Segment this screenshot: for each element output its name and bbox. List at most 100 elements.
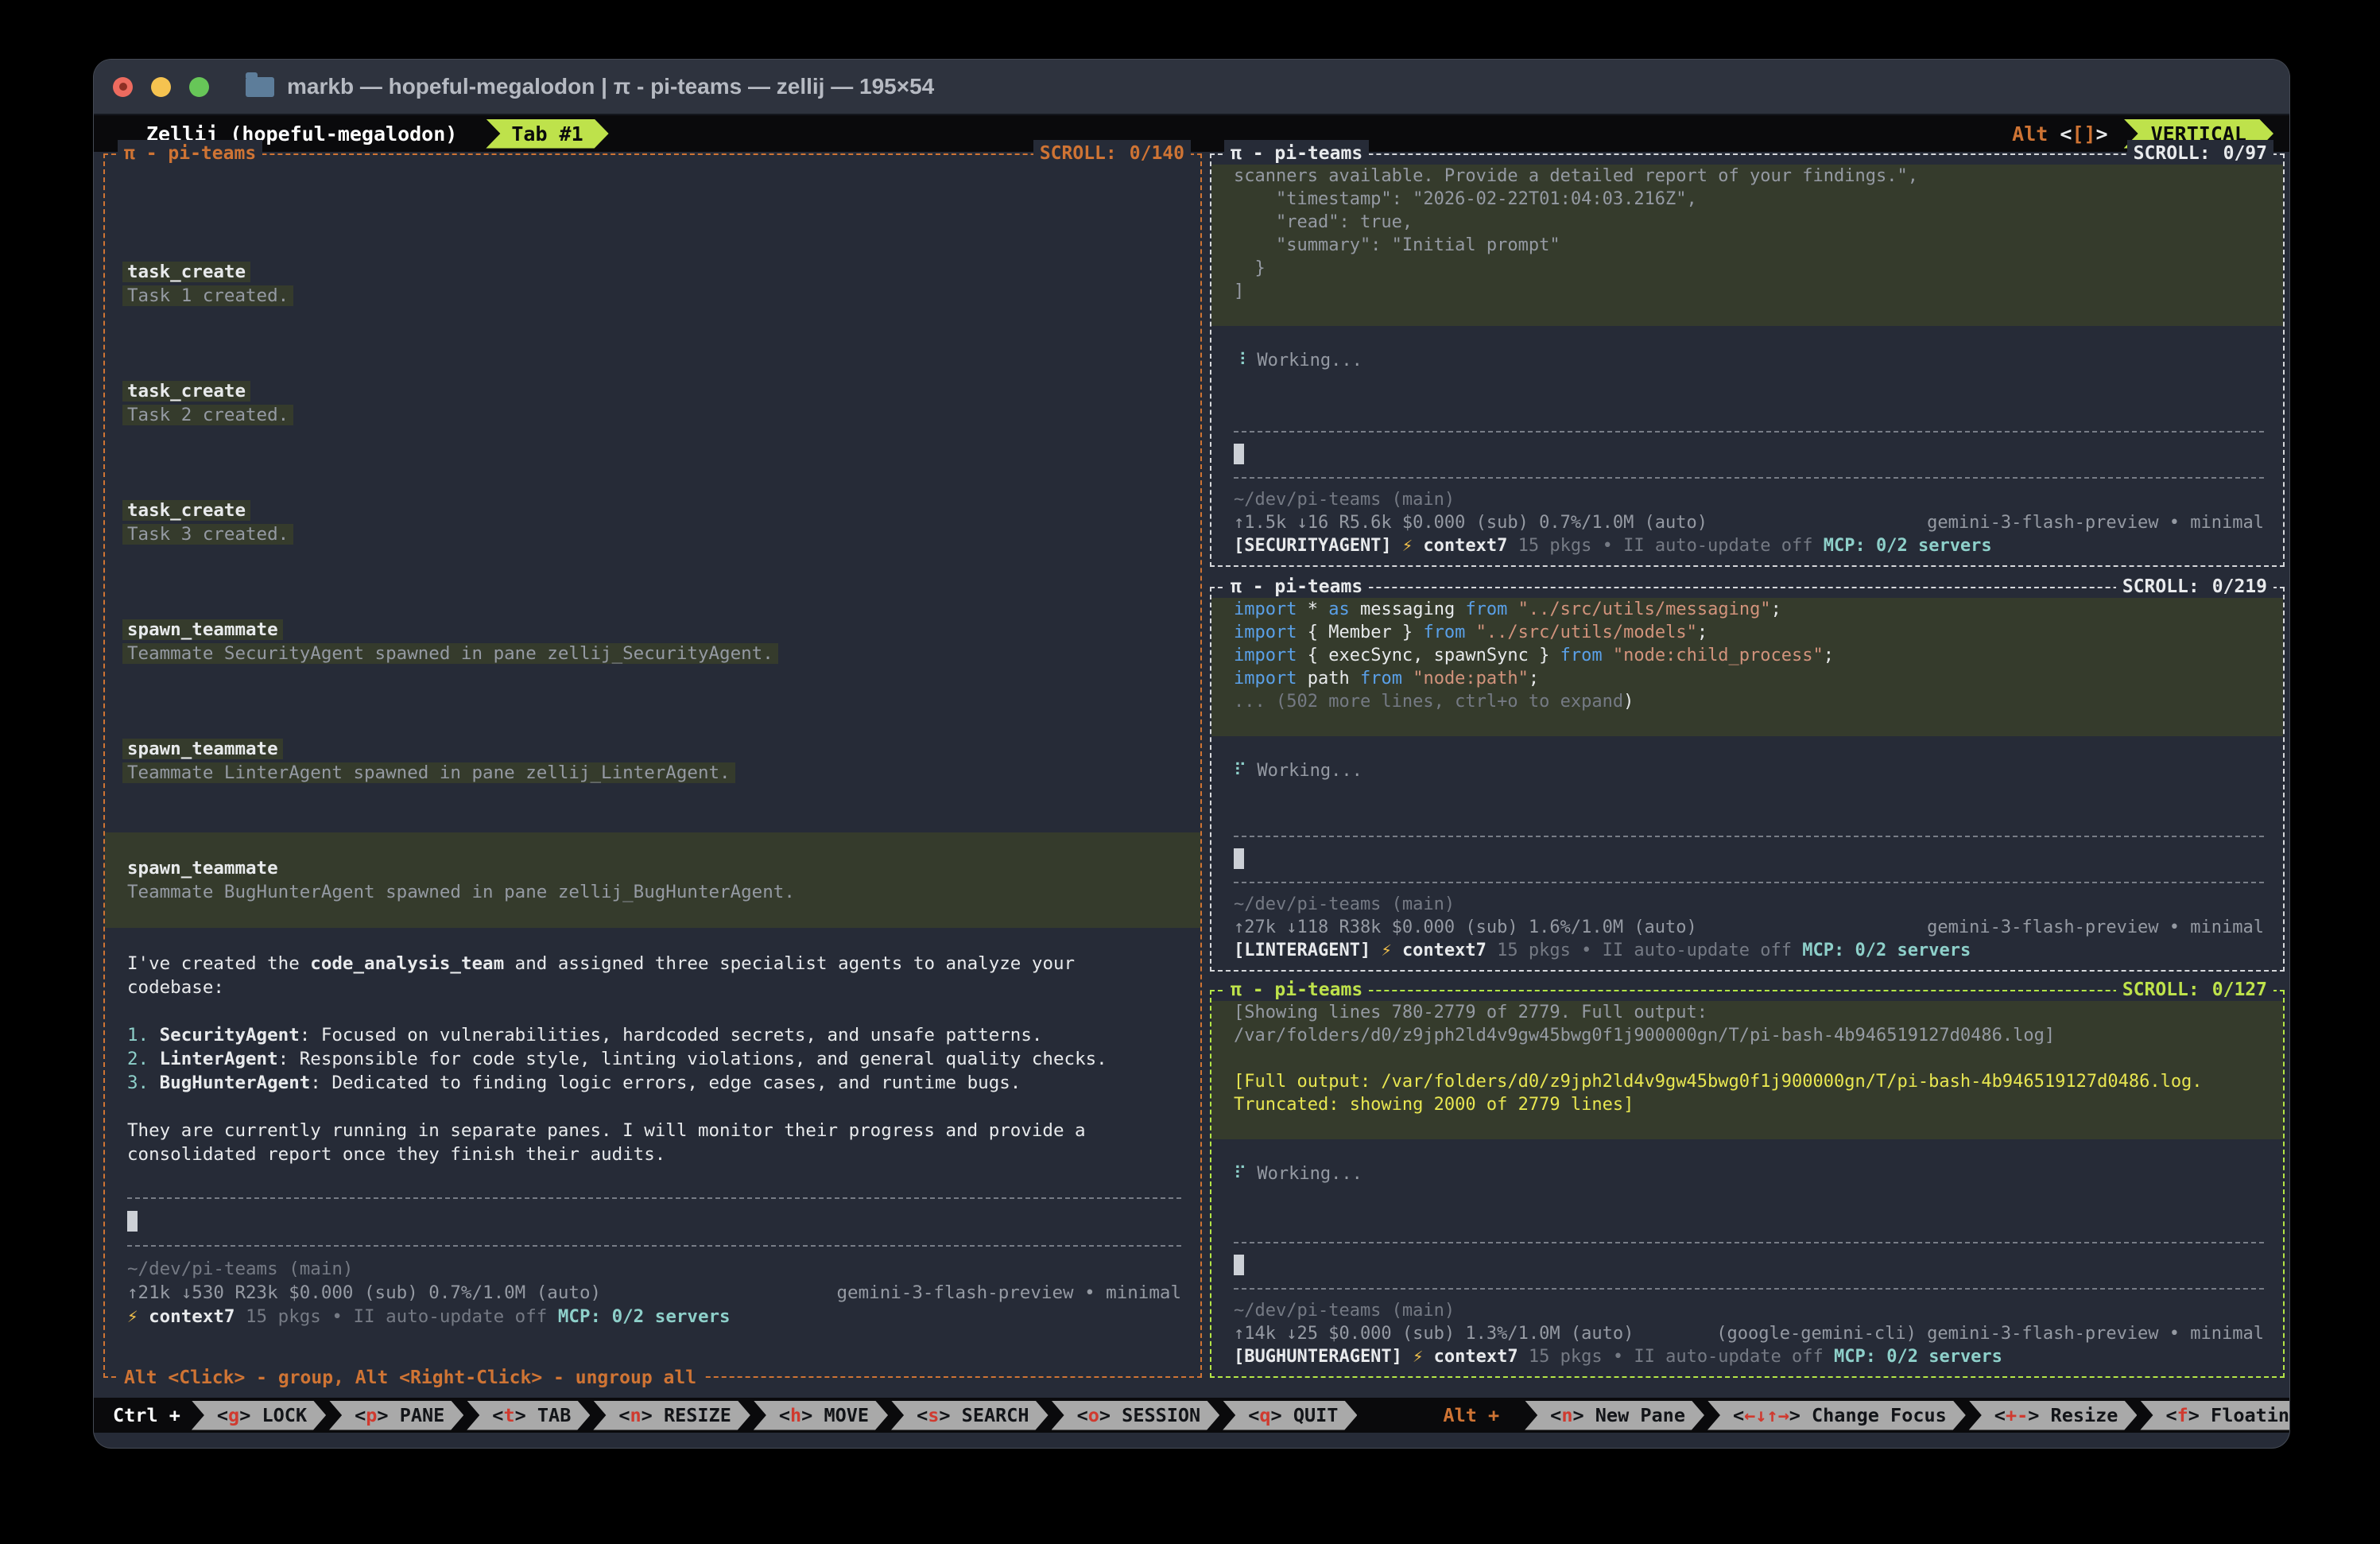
working-indicator: ⠏ Working... <box>1234 759 2264 782</box>
usage-stats-line: ↑1.5k ↓16 R5.6k $0.000 (sub) 0.7%/1.0M (… <box>1234 511 2264 534</box>
prompt-line[interactable] <box>1234 442 2264 465</box>
pane-linter-agent[interactable]: π - pi-teams SCROLL:0/219 import * as me… <box>1210 587 2285 972</box>
key-segment-new-pane[interactable]: <n> New Pane <box>1525 1401 1704 1430</box>
prompt-separator <box>1234 870 2264 893</box>
output-line: [Showing lines 780-2779 of 2779. Full ou… <box>1211 1001 2283 1024</box>
context-status-line: ⚡ context7 15 pkgs • II auto-update off … <box>127 1305 1181 1329</box>
tool-call-result: Teammate BugHunterAgent spawned in pane … <box>105 880 1200 904</box>
agent-list-item: 2. LinterAgent: Responsible for code sty… <box>127 1047 1181 1071</box>
key-segment-session[interactable]: <o> SESSION <box>1052 1401 1220 1430</box>
folder-icon <box>246 77 274 97</box>
assistant-message-line: consolidated report once they finish the… <box>127 1142 1181 1166</box>
output-line: "timestamp": "2026-02-22T01:04:03.216Z", <box>1211 188 2283 211</box>
usage-stats: ↑1.5k ↓16 R5.6k $0.000 (sub) 0.7%/1.0M (… <box>1234 511 1707 534</box>
usage-stats: ↑27k ↓118 R38k $0.000 (sub) 1.6%/1.0M (a… <box>1234 916 1697 939</box>
tool-call-result: Task 2 created. <box>127 403 1181 427</box>
output-line: ] <box>1211 280 2283 303</box>
ctrl-modifier-label: Ctrl + <box>105 1404 188 1426</box>
working-indicator: ⠸ Working... <box>1234 349 2264 372</box>
prompt-separator <box>1234 1230 2264 1253</box>
key-segment-tab[interactable]: <t> TAB <box>467 1401 590 1430</box>
output-line: "read": true, <box>1211 211 2283 234</box>
tool-call-name: task_create <box>127 379 1181 403</box>
prompt-line[interactable] <box>1234 847 2264 870</box>
prompt-separator <box>1234 824 2264 847</box>
agent-list-item: 3. BugHunterAgent: Dedicated to finding … <box>127 1071 1181 1095</box>
cwd-line: ~/dev/pi-teams (main) <box>1234 488 2264 511</box>
code-line: import { execSync, spawnSync } from "nod… <box>1211 644 2283 667</box>
context-status-line: [SECURITYAGENT] ⚡ context7 15 pkgs • II … <box>1234 534 2264 557</box>
pane-team-lead[interactable]: π - pi-teams SCROLL:0/140 task_create Ta… <box>103 153 1202 1378</box>
key-segment-change-focus[interactable]: <←↓↑→> Change Focus <box>1707 1401 1966 1430</box>
code-line: ... (502 more lines, ctrl+o to expand) <box>1211 690 2283 713</box>
context-status-line: [BUGHUNTERAGENT] ⚡ context7 15 pkgs • II… <box>1234 1345 2264 1368</box>
context-status-line: [LINTERAGENT] ⚡ context7 15 pkgs • II au… <box>1234 939 2264 962</box>
key-segment-search[interactable]: <s> SEARCH <box>891 1401 1049 1430</box>
output-line: /var/folders/d0/z9jph2ld4v9gw45bwg0f1j90… <box>1211 1024 2283 1047</box>
tool-call-name: spawn_teammate <box>105 856 1200 880</box>
key-segment-resize[interactable]: <n> RESIZE <box>593 1401 750 1430</box>
prompt-separator <box>1234 1276 2264 1299</box>
tool-call-result: Task 1 created. <box>127 284 1181 308</box>
assistant-message-line: They are currently running in separate p… <box>127 1119 1181 1142</box>
window-title: markb — hopeful-megalodon | π - pi-teams… <box>287 74 934 99</box>
text-cursor <box>1234 848 1244 869</box>
assistant-message-line: codebase: <box>127 976 1181 999</box>
tool-call-name: spawn_teammate <box>127 737 1181 761</box>
group-hint: Alt <Click> - group, Alt <Right-Click> -… <box>118 1364 703 1391</box>
output-line: } <box>1211 257 2283 280</box>
text-cursor <box>127 1211 138 1232</box>
pane-team-lead-body: task_create Task 1 created. task_create … <box>105 155 1200 1376</box>
working-indicator: ⠏ Working... <box>1234 1162 2264 1185</box>
zoom-button[interactable] <box>189 77 209 97</box>
desktop: markb — hopeful-megalodon | π - pi-teams… <box>0 0 2380 1544</box>
key-segment-move[interactable]: <h> MOVE <box>754 1401 888 1430</box>
prompt-line[interactable] <box>127 1209 1181 1233</box>
pane-security-body: scanners available. Provide a detailed r… <box>1211 155 2283 565</box>
tool-call-name: task_create <box>127 260 1181 284</box>
usage-stats-line: ↑14k ↓25 $0.000 (sub) 1.3%/1.0M (auto) (… <box>1234 1322 2264 1345</box>
window-title-group: markb — hopeful-megalodon | π - pi-teams… <box>246 74 934 99</box>
key-segment-pane[interactable]: <p> PANE <box>329 1401 463 1430</box>
close-button[interactable] <box>113 77 133 97</box>
key-segment-floating[interactable]: <f> Floating <box>2140 1401 2289 1430</box>
prompt-line[interactable] <box>1234 1253 2264 1276</box>
pane-linter-body: import * as messaging from "../src/utils… <box>1211 588 2283 970</box>
tool-call-result: Teammate LinterAgent spawned in pane zel… <box>127 761 1181 785</box>
window-titlebar: markb — hopeful-megalodon | π - pi-teams… <box>94 60 2289 115</box>
prompt-separator <box>127 1185 1181 1209</box>
minimize-button[interactable] <box>151 77 171 97</box>
output-line: scanners available. Provide a detailed r… <box>1211 165 2283 188</box>
usage-stats-line: ↑27k ↓118 R38k $0.000 (sub) 1.6%/1.0M (a… <box>1234 916 2264 939</box>
model-info: (google-gemini-cli) gemini-3-flash-previ… <box>1716 1322 2264 1345</box>
assistant-message-line: I've created the code_analysis_team and … <box>127 952 1181 976</box>
code-line: import path from "node:path"; <box>1211 667 2283 690</box>
model-info: gemini-3-flash-preview • minimal <box>837 1281 1181 1305</box>
alt-modifier-label: Alt + <box>1357 1404 1521 1426</box>
usage-stats: ↑21k ↓530 R23k $0.000 (sub) 0.7%/1.0M (a… <box>127 1281 601 1305</box>
pane-security-agent[interactable]: π - pi-teams SCROLL:0/97 scanners availa… <box>1210 153 2285 567</box>
cwd-line: ~/dev/pi-teams (main) <box>127 1257 1181 1281</box>
tool-call-name: task_create <box>127 499 1181 522</box>
text-cursor <box>1234 1255 1244 1275</box>
model-info: gemini-3-flash-preview • minimal <box>1927 916 2264 939</box>
key-segment-quit[interactable]: <q> QUIT <box>1223 1401 1357 1430</box>
pane-bughunter-agent[interactable]: π - pi-teams SCROLL:0/127 [Showing lines… <box>1210 990 2285 1378</box>
agent-list-item: 1. SecurityAgent: Focused on vulnerabili… <box>127 1023 1181 1047</box>
code-line: import * as messaging from "../src/utils… <box>1211 598 2283 621</box>
key-segment-lock[interactable]: <g> LOCK <box>192 1401 326 1430</box>
keybinding-bar: Ctrl + <g> LOCK <p> PANE <t> TAB <n> RES… <box>94 1398 2289 1433</box>
output-line: [Full output: /var/folders/d0/z9jph2ld4v… <box>1211 1070 2283 1093</box>
output-line: "summary": "Initial prompt" <box>1211 234 2283 257</box>
cwd-line: ~/dev/pi-teams (main) <box>1234 1299 2264 1322</box>
prompt-separator <box>1234 465 2264 488</box>
usage-stats: ↑14k ↓25 $0.000 (sub) 1.3%/1.0M (auto) <box>1234 1322 1634 1345</box>
usage-stats-line: ↑21k ↓530 R23k $0.000 (sub) 0.7%/1.0M (a… <box>127 1281 1181 1305</box>
text-cursor <box>1234 444 1244 464</box>
key-segment-resize-alt[interactable]: <+-> Resize <box>1969 1401 2138 1430</box>
model-info: gemini-3-flash-preview • minimal <box>1927 511 2264 534</box>
tool-call-result: Teammate SecurityAgent spawned in pane z… <box>127 642 1181 665</box>
prompt-separator <box>127 1233 1181 1257</box>
tool-call-name: spawn_teammate <box>127 618 1181 642</box>
tool-call-result: Task 3 created. <box>127 522 1181 546</box>
